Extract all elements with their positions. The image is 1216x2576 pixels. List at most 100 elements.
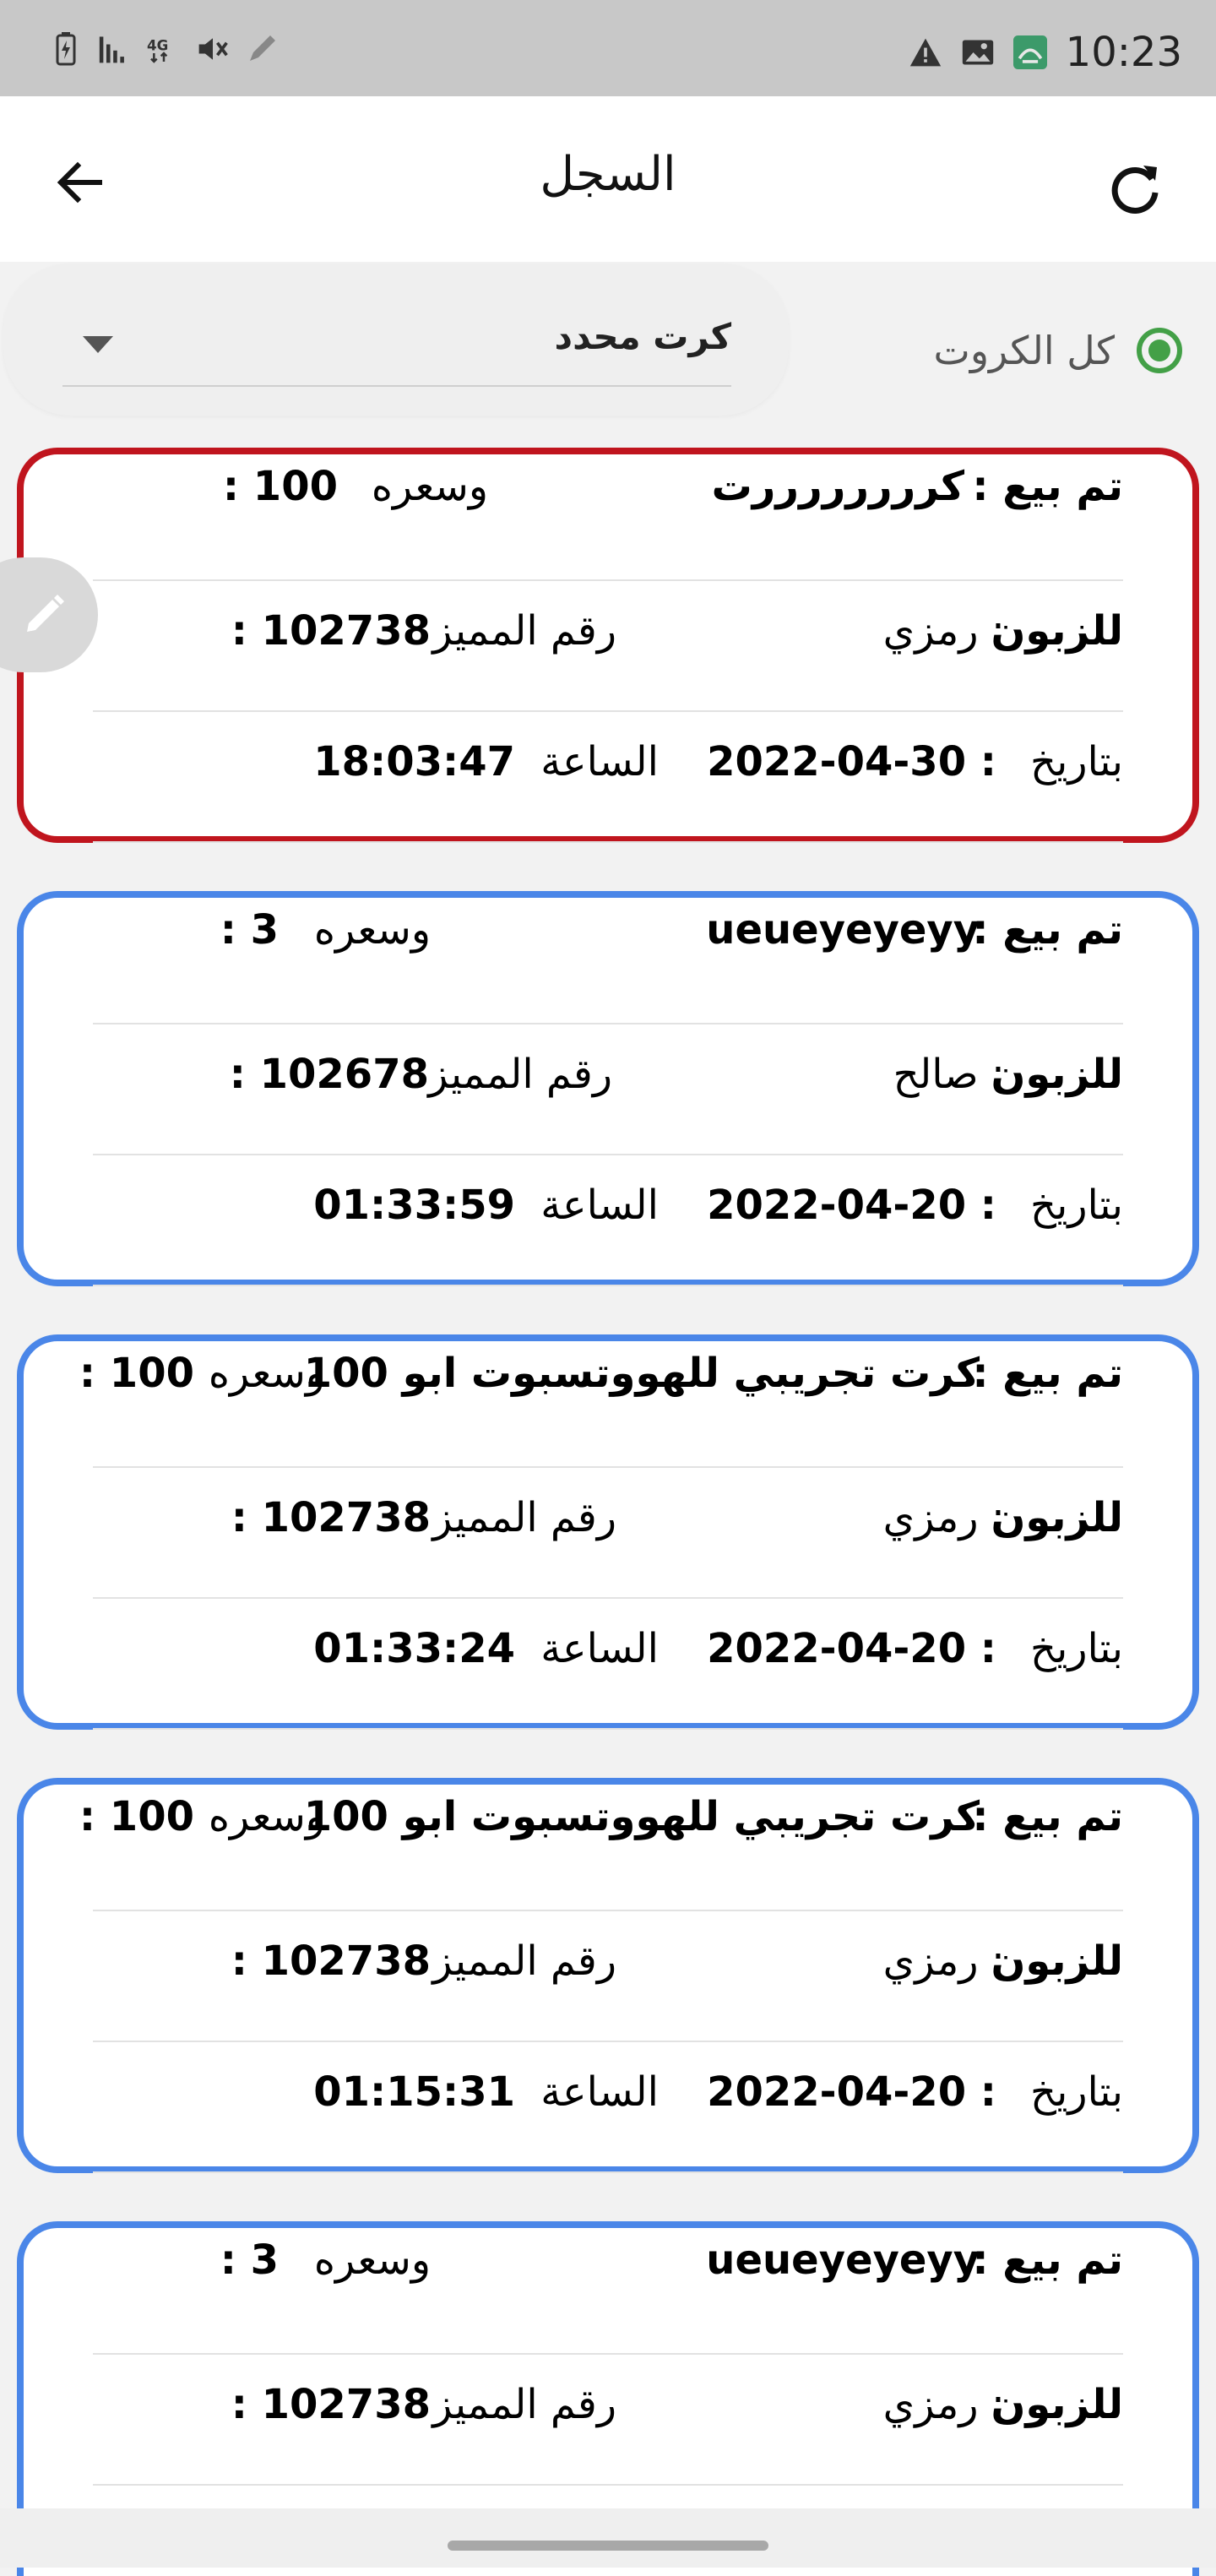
customer-value: : صالح [893,1051,1005,1098]
record-card[interactable]: تم بيع : كررررررررت وسعره 100 : للزبون :… [17,448,1199,843]
status-icons-right: 10:23 [909,29,1182,76]
time-value: 01:15:31 [313,2068,515,2116]
card-name: ueueyeyeyy [706,2236,980,2284]
price-label: وسعره [313,906,431,954]
sold-prefix: تم بيع : [972,1793,1123,1840]
member-value: 102678 : [229,1051,429,1098]
date-value: : 2022-04-20 [707,1182,996,1229]
record-date-row: بتاريخ : 2022-04-30 الساعة 18:03:47 [93,716,1123,843]
price-label: وسعره [313,2236,431,2284]
all-cards-label: كل الكروت [933,328,1115,373]
price-value: 100 : [79,1793,194,1840]
price-value: 100 : [79,1350,194,1397]
specific-card-filter: كرت محدد [3,264,789,416]
price-value: 3 : [220,906,279,954]
record-sale-row: تم بيع : كرت تجريبي للهووتسبوت ابو 100 و… [79,1341,1123,1468]
customer-label: للزبون [991,1494,1123,1541]
date-label: بتاريخ [1030,738,1123,785]
record-date-row: بتاريخ : 2022-04-20 الساعة 01:33:24 [93,1603,1123,1730]
price-value: 100 : [222,463,338,510]
record-customer-row: للزبون : رمزي رقم المميز 102738 : [93,1916,1123,2042]
time-label: الساعة [540,738,659,785]
customer-value: : رمزي [882,1494,1005,1541]
card-name: كررررررررت [711,463,964,510]
pen-icon [245,32,279,66]
member-value: 102738 : [231,607,431,655]
app-icon [1012,35,1047,69]
radio-selected-icon [1137,328,1182,373]
sold-prefix: تم بيع : [972,2236,1123,2284]
customer-label: للزبون [991,2381,1123,2428]
card-name: كرت تجريبي للهووتسبوت ابو 100 [303,1793,980,1840]
customer-label: للزبون [991,607,1123,655]
record-date-row: بتاريخ : 2022-04-20 الساعة 01:15:31 [93,2046,1123,2173]
dropdown-arrow-icon [83,336,113,353]
bottom-area [0,2508,1216,2568]
price-label: وسعره [371,463,488,510]
gesture-nav-bar[interactable] [448,2541,768,2551]
customer-label: للزبون [991,1937,1123,1985]
date-label: بتاريخ [1030,1625,1123,1672]
card-select-value: كرت محدد [554,316,731,357]
date-label: بتاريخ [1030,2068,1123,2116]
record-customer-row: للزبون : رمزي رقم المميز 102738 : [93,1472,1123,1599]
pencil-icon [27,595,64,632]
page-title: السجل [540,147,676,202]
battery-icon [49,32,83,66]
card-name: كرت تجريبي للهووتسبوت ابو 100 [303,1350,980,1397]
member-value: 102738 : [231,2381,431,2428]
member-value: 102738 : [231,1937,431,1985]
all-cards-radio[interactable]: كل الكروت [934,312,1182,389]
date-value: : 2022-04-30 [707,738,996,785]
price-label: وسعره [208,1793,325,1840]
sold-prefix: تم بيع : [972,463,1123,510]
status-icons-left: 4G [49,32,279,66]
status-bar: 4G 10:23 [0,0,1216,96]
time-label: الساعة [540,1625,659,1672]
warning-icon [909,35,942,69]
time-value: 18:03:47 [313,738,515,785]
customer-value: : رمزي [882,607,1005,655]
sold-prefix: تم بيع : [972,1350,1123,1397]
mute-icon [196,32,230,66]
member-value: 102738 : [231,1494,431,1541]
member-label: رقم المميز [432,1494,616,1541]
customer-label: للزبون [991,1051,1123,1098]
member-label: رقم المميز [432,2381,616,2428]
record-card[interactable]: تم بيع : كرت تجريبي للهووتسبوت ابو 100 و… [17,1334,1199,1730]
svg-text:4G: 4G [147,38,168,54]
record-sale-row: تم بيع : كرت تجريبي للهووتسبوت ابو 100 و… [79,1785,1123,1911]
record-sale-row: تم بيع : ueueyeyeyy وسعره 3 : [93,898,1123,1024]
record-customer-row: للزبون : رمزي رقم المميز 102738 : [93,2359,1123,2486]
record-customer-row: للزبون : صالح رقم المميز 102678 : [93,1029,1123,1155]
network-4g-icon: 4G [147,32,181,66]
member-label: رقم المميز [432,607,616,655]
date-value: : 2022-04-20 [707,1625,996,1672]
customer-value: : رمزي [882,2381,1005,2428]
time-label: الساعة [540,1182,659,1229]
customer-value: : رمزي [882,1937,1005,1985]
time-value: 01:33:59 [313,1182,515,1229]
record-sale-row: تم بيع : ueueyeyeyy وسعره 3 : [93,2228,1123,2355]
time-label: الساعة [540,2068,659,2116]
status-time: 10:23 [1065,29,1182,76]
app-bar: السجل [0,96,1216,262]
record-sale-row: تم بيع : كررررررررت وسعره 100 : [93,454,1123,581]
refresh-button[interactable] [1101,155,1169,223]
member-label: رقم المميز [432,1937,616,1985]
record-date-row: بتاريخ : 2022-04-20 الساعة 01:33:59 [93,1160,1123,1286]
record-customer-row: للزبون : رمزي رقم المميز 102738 : [93,585,1123,712]
price-label: وسعره [208,1350,325,1397]
card-name: ueueyeyeyy [706,906,980,954]
price-value: 3 : [220,2236,279,2284]
record-card[interactable]: تم بيع : كرت تجريبي للهووتسبوت ابو 100 و… [17,1778,1199,2173]
record-card[interactable]: تم بيع : ueueyeyeyy وسعره 3 : للزبون : ص… [17,891,1199,1286]
time-value: 01:33:24 [313,1625,515,1672]
refresh-icon [1111,166,1159,214]
card-select-dropdown[interactable]: كرت محدد [62,306,731,387]
filter-row: كرت محدد كل الكروت [0,262,1216,431]
date-label: بتاريخ [1030,1182,1123,1229]
member-label: رقم المميز [428,1051,612,1098]
signal-icon [98,32,132,66]
date-value: : 2022-04-20 [707,2068,996,2116]
